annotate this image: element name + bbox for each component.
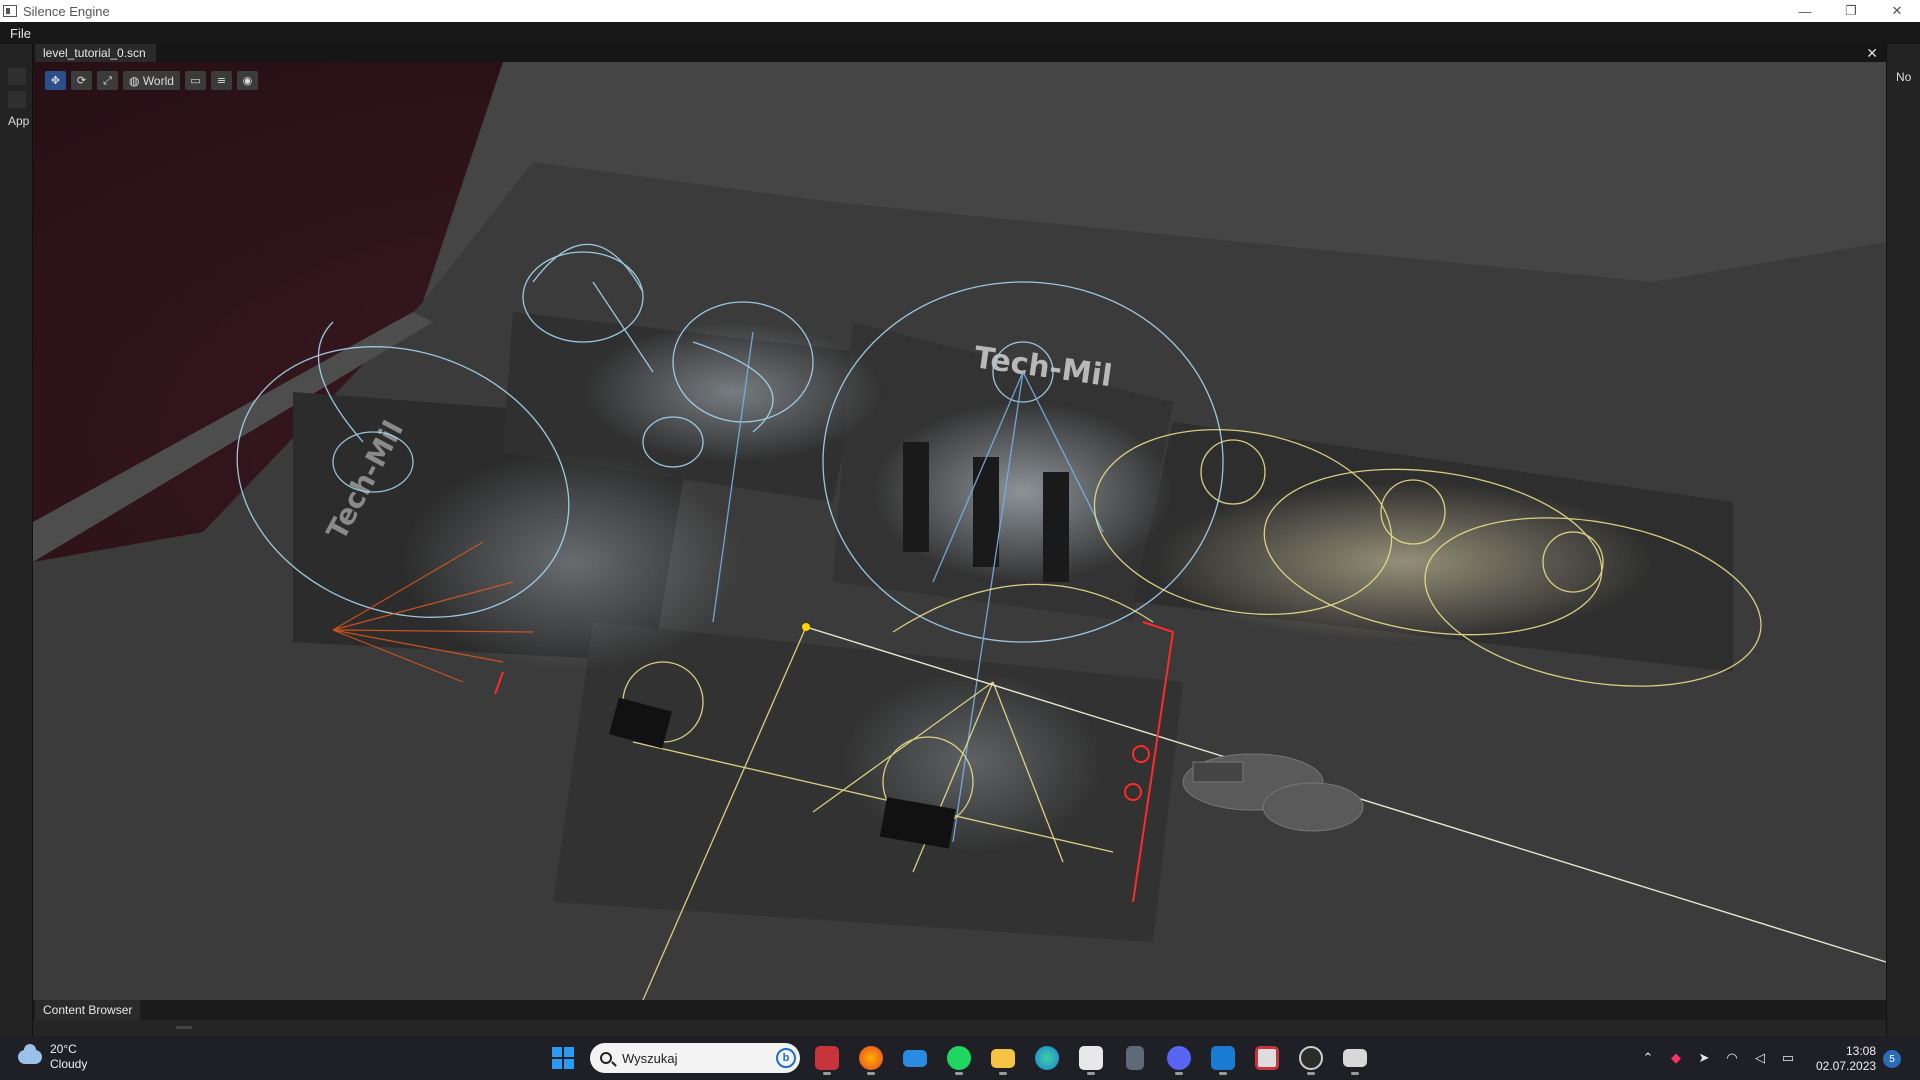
right-dock-label: No [1896, 70, 1912, 84]
mail-icon[interactable] [898, 1041, 932, 1075]
spotify-icon[interactable] [942, 1041, 976, 1075]
cloud-icon [18, 1044, 42, 1064]
tab-content-browser[interactable]: Content Browser [35, 1000, 141, 1020]
vscode-icon[interactable] [1206, 1041, 1240, 1075]
weather-condition: Cloudy [50, 1057, 88, 1071]
left-dock-tab-a[interactable] [8, 68, 26, 85]
scene-viewport[interactable]: Tech-Mil Tech-Mil [33, 62, 1886, 1000]
rotate-icon[interactable]: ⟳ [71, 71, 92, 90]
calculator-icon[interactable] [1118, 1041, 1152, 1075]
clock-time: 13:08 [1845, 1044, 1876, 1058]
content-browser-body [33, 1020, 1886, 1036]
resize-grip[interactable] [176, 1026, 192, 1029]
search-icon [600, 1052, 612, 1064]
window-controls: — ❐ ✕ [1782, 0, 1920, 22]
title-bar: Silence Engine — ❐ ✕ [0, 0, 1920, 22]
store-icon[interactable] [810, 1041, 844, 1075]
grid-icon[interactable]: ≡ [210, 71, 232, 90]
tab-level-scene[interactable]: level_tutorial_0.scn [35, 44, 156, 62]
scene-render: Tech-Mil Tech-Mil [33, 62, 1886, 1000]
terminal-icon[interactable] [1338, 1041, 1372, 1075]
discord-icon[interactable] [1162, 1041, 1196, 1075]
volume-icon[interactable]: ◁ [1752, 1050, 1768, 1066]
menu-bar: File [0, 22, 1920, 44]
app-icon[interactable] [1074, 1041, 1108, 1075]
close-tab-icon[interactable]: ✕ [1866, 44, 1878, 62]
system-tray: ⌃ ◆ ➤ ◠ ◁ ▭ [1640, 1036, 1796, 1080]
start-button[interactable] [546, 1041, 580, 1075]
edge-icon[interactable] [1030, 1041, 1064, 1075]
right-dock-panel: No [1886, 44, 1920, 1036]
weather-widget[interactable]: 20°C Cloudy [18, 1042, 87, 1072]
taskbar-apps: Wyszukaj b [546, 1036, 1372, 1080]
left-dock-panel: App [0, 44, 33, 1036]
restore-button[interactable]: ❐ [1828, 0, 1874, 22]
left-dock-label: App [8, 114, 30, 128]
file-explorer-icon[interactable] [986, 1041, 1020, 1075]
firefox-icon[interactable] [854, 1041, 888, 1075]
editor-tab-bar: level_tutorial_0.scn ✕ [33, 44, 1886, 62]
search-placeholder: Wyszukaj [622, 1050, 678, 1066]
battery-icon[interactable]: ▭ [1780, 1050, 1796, 1066]
menu-file[interactable]: File [0, 26, 41, 41]
app-logo-icon [3, 5, 17, 17]
color-app-icon[interactable]: ◆ [1668, 1050, 1684, 1066]
world-space-toggle[interactable]: ◍ World [123, 71, 180, 90]
taskbar-search[interactable]: Wyszukaj b [590, 1043, 800, 1073]
obs-icon[interactable] [1294, 1041, 1328, 1075]
wifi-icon[interactable]: ◠ [1724, 1050, 1740, 1066]
camera-icon[interactable]: ◉ [236, 71, 258, 90]
minimize-button[interactable]: — [1782, 0, 1828, 22]
left-dock-tab-b[interactable] [8, 91, 26, 108]
silence-engine-icon[interactable] [1250, 1041, 1284, 1075]
translate-icon[interactable]: ✥ [45, 71, 66, 90]
viewport-toolbar: ✥ ⟳ ⤢ ◍ World ▭ ≡ ◉ [45, 71, 258, 90]
window-title: Silence Engine [23, 3, 110, 19]
world-icon: ◍ [129, 73, 143, 88]
chevron-up-icon[interactable]: ⌃ [1640, 1050, 1656, 1066]
snap-icon[interactable]: ▭ [184, 71, 206, 90]
clock-date: 02.07.2023 [1816, 1059, 1877, 1073]
close-window-button[interactable]: ✕ [1874, 0, 1920, 22]
scale-icon[interactable]: ⤢ [97, 71, 118, 90]
taskbar: 20°C Cloudy Wyszukaj b ⌃ ◆ ➤ ◠ ◁ ▭ 13:08… [0, 1036, 1920, 1080]
weather-temperature: 20°C [50, 1042, 77, 1056]
send-icon[interactable]: ➤ [1696, 1050, 1712, 1066]
bing-icon[interactable]: b [776, 1048, 796, 1068]
world-space-label: World [142, 73, 174, 88]
taskbar-clock[interactable]: 13:08 02.07.2023 [1816, 1044, 1876, 1074]
content-browser-panel: Content Browser [33, 1000, 1886, 1036]
notification-badge[interactable]: 5 [1883, 1050, 1901, 1068]
